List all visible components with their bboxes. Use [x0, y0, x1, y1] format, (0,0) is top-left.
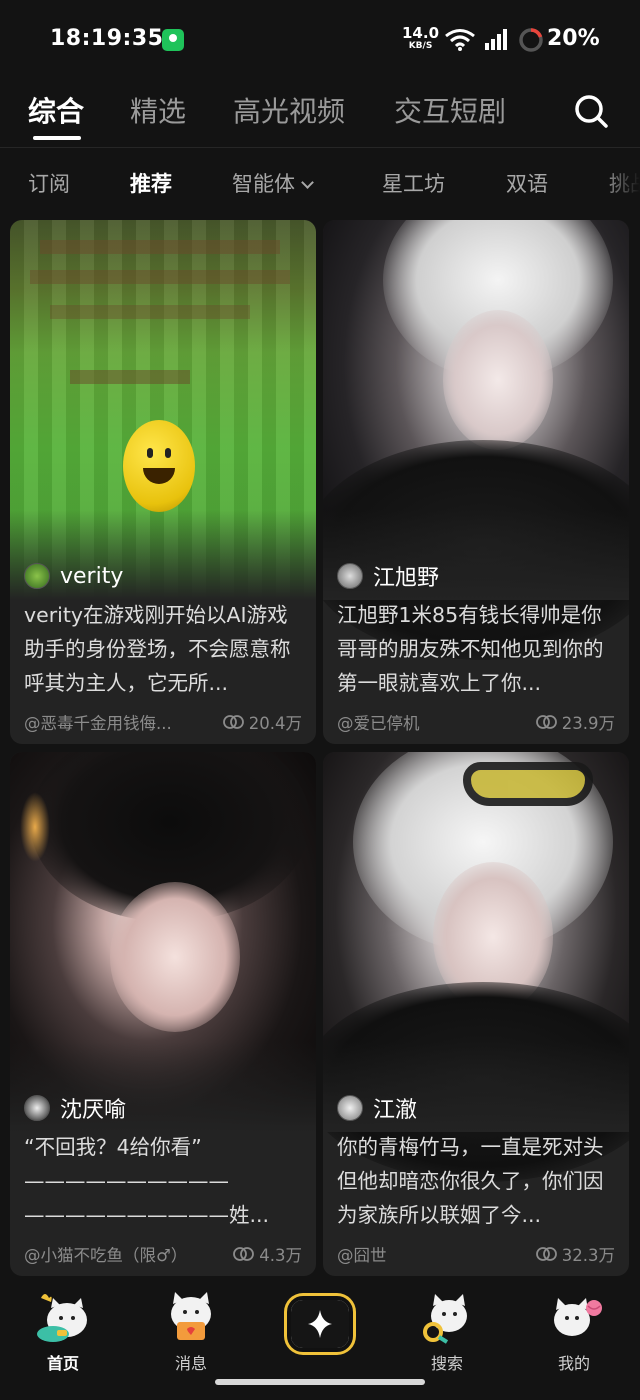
search-icon[interactable] — [572, 92, 610, 130]
card-cover-image — [323, 220, 629, 660]
nav-messages[interactable]: 消息 — [141, 1282, 241, 1373]
character-name: 沈厌喻 — [60, 1098, 127, 1123]
creator-handle: @爱已停机 — [337, 714, 420, 733]
subtab-agents[interactable]: 智能体 — [232, 168, 314, 198]
card-meta: @爱已停机 23.9万 — [337, 710, 615, 734]
lamp-glow — [20, 792, 50, 862]
nav-messages-label: 消息 — [174, 1354, 207, 1373]
avatar — [337, 563, 363, 589]
subtab-star-workshop[interactable]: 星工坊 — [382, 168, 445, 198]
card-cover-image — [10, 220, 316, 600]
active-tab-indicator — [33, 136, 81, 140]
avatar — [24, 1095, 50, 1121]
terrain-decoration — [50, 305, 250, 319]
create-sparkle-icon — [291, 1300, 349, 1348]
smiley-eye — [147, 448, 153, 458]
chat-bubbles-icon — [233, 1247, 255, 1261]
character-description: verity在游戏刚开始以AI游戏助手的身份登场，不会愿意称呼其为主人，它无所.… — [24, 603, 291, 695]
card-cover-image — [10, 752, 316, 1132]
character-card[interactable]: 江旭野 江旭野1米85有钱长得帅是你哥哥的朋友殊不知他见到你的第一眼就喜欢上了你… — [323, 220, 629, 744]
smiley-eye — [165, 448, 171, 458]
battery-ring-icon — [519, 28, 543, 52]
wifi-icon — [445, 29, 475, 51]
nav-search[interactable]: 搜索 — [397, 1282, 497, 1373]
portrait-face — [110, 882, 240, 1032]
card-meta: @囧世 32.3万 — [337, 1242, 615, 1266]
header-divider — [0, 147, 640, 148]
character-description: 江旭野1米85有钱长得帅是你哥哥的朋友殊不知他见到你的第一眼就喜欢上了你... — [337, 603, 604, 695]
card-cover-image — [323, 752, 629, 1182]
sunglasses — [463, 762, 593, 806]
character-description: 你的青梅竹马，一直是死对头但他却暗恋你很久了，你们因为家族所以联姻了今... — [337, 1135, 604, 1227]
subtab-subscribe[interactable]: 订阅 — [28, 168, 70, 198]
cat-search-icon — [423, 1294, 467, 1344]
terrain-decoration — [30, 270, 290, 284]
terrain-decoration — [40, 240, 280, 254]
card-meta: @小猫不吃鱼（限♂） 4.3万 — [24, 1242, 302, 1266]
portrait-face — [443, 310, 553, 450]
subtab-recommended[interactable]: 推荐 — [130, 168, 172, 198]
create-button — [287, 1296, 353, 1352]
main-tabs: 综合 精选 高光视频 交互短剧 — [0, 80, 640, 148]
chat-count: 32.3万 — [535, 1242, 615, 1266]
creator-handle: @小猫不吃鱼（限♂） — [24, 1246, 188, 1265]
tab-featured[interactable]: 精选 — [130, 90, 186, 130]
subtab-bilingual[interactable]: 双语 — [506, 168, 548, 198]
nav-profile-label: 我的 — [557, 1354, 590, 1373]
scroll-fade — [600, 150, 640, 214]
smiley-face-character — [123, 420, 195, 512]
chat-count-value: 4.3万 — [259, 1246, 302, 1265]
chat-bubbles-icon — [222, 715, 244, 729]
creator-handle: @囧世 — [337, 1246, 387, 1265]
terrain-decoration — [70, 370, 190, 384]
card-author: 江旭野 — [337, 561, 439, 591]
smiley-mouth — [143, 468, 175, 484]
chat-count-value: 32.3万 — [561, 1246, 615, 1265]
system-home-indicator[interactable] — [215, 1379, 425, 1385]
nav-search-label: 搜索 — [430, 1354, 463, 1373]
battery-percent: 20% — [547, 26, 600, 51]
subtab-agents-label: 智能体 — [232, 172, 295, 196]
chat-bubbles-icon — [535, 1247, 557, 1261]
chat-count-value: 20.4万 — [248, 714, 302, 733]
nav-create[interactable] — [270, 1282, 370, 1372]
tab-comprehensive[interactable]: 综合 — [28, 90, 84, 130]
tab-highlight-videos[interactable]: 高光视频 — [233, 90, 345, 130]
character-card[interactable]: 江澈 你的青梅竹马，一直是死对头但他却暗恋你很久了，你们因为家族所以联姻了今..… — [323, 752, 629, 1276]
character-card[interactable]: 沈厌喻 “不回我？4给你看” —————————— ——————————姓...… — [10, 752, 316, 1276]
cat-profile-icon — [554, 1298, 602, 1336]
card-author: verity — [24, 561, 123, 591]
status-bar: 18:19:35 14.0 KB/S 20% — [0, 0, 640, 80]
cat-home-icon — [37, 1294, 87, 1342]
cellular-signal-icon — [485, 29, 507, 50]
card-author: 江澈 — [337, 1093, 417, 1123]
cat-message-icon — [171, 1292, 211, 1340]
character-name: 江旭野 — [373, 566, 440, 591]
character-name: 江澈 — [373, 1098, 418, 1123]
character-description: “不回我？4给你看” —————————— ——————————姓... — [24, 1135, 270, 1227]
chat-count-value: 23.9万 — [561, 714, 615, 733]
character-card[interactable]: verity verity在游戏刚开始以AI游戏助手的身份登场，不会愿意称呼其为… — [10, 220, 316, 744]
chat-count: 4.3万 — [233, 1242, 302, 1266]
card-meta: @恶毒千金用钱侮... 20.4万 — [24, 710, 302, 734]
chat-bubbles-icon — [535, 715, 557, 729]
tab-interactive-shorts[interactable]: 交互短剧 — [394, 90, 506, 130]
avatar — [24, 563, 50, 589]
network-speed: 14.0 KB/S — [402, 24, 440, 51]
nav-home-label: 首页 — [46, 1354, 79, 1373]
clock: 18:19:35 — [50, 26, 164, 51]
creator-handle: @恶毒千金用钱侮... — [24, 714, 172, 733]
app-notification-icon — [162, 29, 184, 51]
nav-profile[interactable]: 我的 — [524, 1282, 624, 1373]
card-author: 沈厌喻 — [24, 1093, 126, 1123]
character-name: verity — [60, 563, 124, 589]
chevron-down-icon — [301, 176, 314, 189]
nav-home[interactable]: 首页 — [13, 1282, 113, 1373]
sub-tabs: 订阅 推荐 智能体 星工坊 双语 挑战 — [0, 150, 640, 214]
avatar — [337, 1095, 363, 1121]
chat-count: 23.9万 — [535, 710, 615, 734]
chat-count: 20.4万 — [222, 710, 302, 734]
